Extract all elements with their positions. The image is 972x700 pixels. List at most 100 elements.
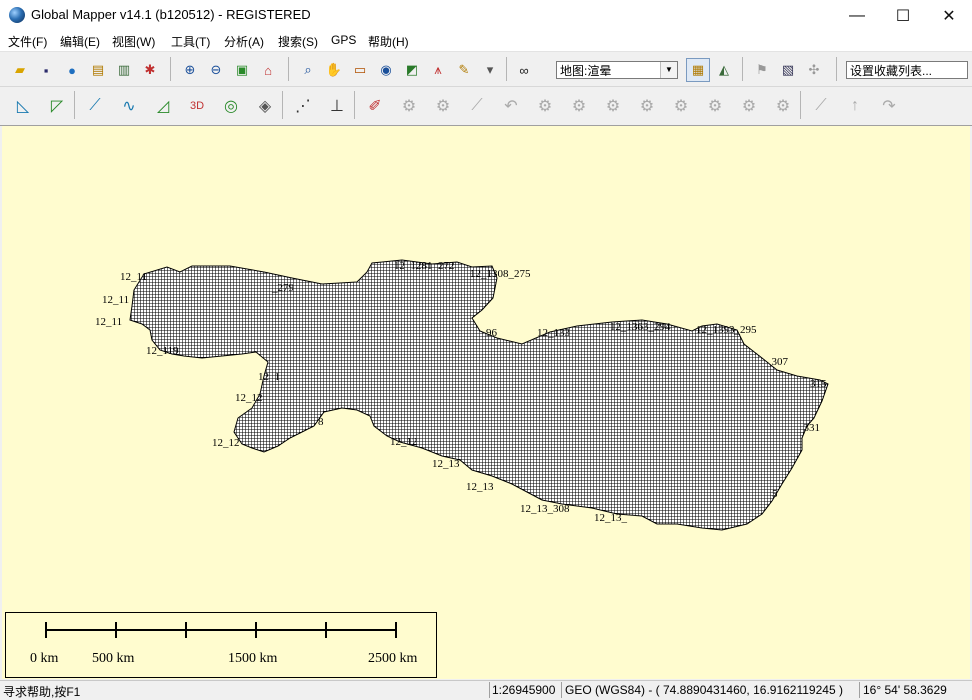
disabled-tool-icon[interactable]: ⚙ — [598, 91, 628, 121]
menu-analysis[interactable]: 分析(A) — [224, 33, 264, 50]
menu-view[interactable]: 视图(W) — [112, 33, 155, 50]
digitizer-icon[interactable]: ✎ — [452, 58, 476, 82]
menu-file[interactable]: 文件(F) — [8, 33, 47, 50]
create-area-icon[interactable]: ◸ — [42, 91, 72, 121]
edit-feature-icon[interactable]: ◺ — [8, 91, 38, 121]
scale-tick — [45, 622, 47, 638]
shader-icon[interactable]: ▦ — [686, 58, 710, 82]
tower-icon[interactable]: ⩚ — [426, 58, 450, 82]
flag-icon[interactable]: ⚑ — [750, 58, 774, 82]
vertex-icon[interactable]: ⋰ — [288, 91, 318, 121]
disabled-tool-icon[interactable]: ⚙ — [394, 91, 424, 121]
disabled-tool-icon[interactable]: ⚙ — [564, 91, 594, 121]
toolbar-separator — [800, 91, 801, 119]
disabled-tool-icon[interactable]: ↑ — [840, 91, 870, 121]
menu-edit[interactable]: 编辑(E) — [60, 33, 100, 50]
dropdown-tool-icon[interactable]: ▾ — [478, 58, 502, 82]
digitizer-toolbar: ◺ ◸ ⟋ ∿ ◿ 3D ◎ ◈ ⋰ ⊥ ✐ ⚙ ⚙ ⟋ ↶ ⚙ ⚙ ⚙ ⚙ ⚙… — [0, 87, 972, 126]
map-label: 12_13 — [466, 481, 494, 493]
map-label: 12_13 — [432, 458, 460, 470]
favorites-value: 设置收藏列表... — [850, 64, 933, 78]
scale-label: 1500 km — [228, 651, 278, 666]
map-label: 12_11 — [120, 271, 148, 283]
map-label: 12_12 — [212, 437, 240, 449]
map-view[interactable]: 12_11 12_11 12_11 _279 12_119 12_1 12_12… — [2, 126, 970, 679]
render-mode-value: 地图:渲晕 — [560, 64, 612, 78]
scale-tick — [115, 622, 117, 638]
toolbar-separator — [836, 57, 837, 81]
split-icon[interactable]: ⊥ — [322, 91, 352, 121]
save-icon[interactable]: ▪ — [34, 58, 58, 82]
zoom-tool-icon[interactable]: ⌕ — [296, 58, 320, 82]
status-dms: 16° 54' 58.3629 — [863, 683, 947, 697]
maximize-button[interactable]: ☐ — [880, 0, 926, 31]
map-label: 12_1 — [258, 371, 280, 383]
menu-gps[interactable]: GPS — [331, 33, 356, 47]
minimize-button[interactable]: — — [834, 0, 880, 31]
globe-icon[interactable]: ● — [60, 58, 84, 82]
map-label: 12_1393_295 — [696, 324, 757, 336]
map-doc-icon[interactable]: ▤ — [86, 58, 110, 82]
disabled-tool-icon[interactable]: ⟋ — [806, 91, 836, 121]
code-icon[interactable]: 3D — [182, 91, 212, 121]
map-label: 12_1308_275 — [470, 268, 531, 280]
binoculars-icon[interactable]: ∞ — [512, 58, 536, 82]
disabled-tool-icon[interactable]: ⚙ — [700, 91, 730, 121]
disabled-tool-icon[interactable]: ⚙ — [768, 91, 798, 121]
path-profile-icon[interactable]: ◩ — [400, 58, 424, 82]
toolbar-separator — [506, 57, 507, 81]
map-label: 5 — [772, 488, 778, 500]
layer-icon[interactable]: ▧ — [776, 58, 800, 82]
info-icon[interactable]: ◉ — [374, 58, 398, 82]
map-label: 8 — [318, 416, 324, 428]
chevron-down-icon[interactable]: ▼ — [660, 62, 677, 78]
zoom-in-icon[interactable]: ⊕ — [178, 58, 202, 82]
create-contour-icon[interactable]: ∿ — [114, 91, 144, 121]
create-point-icon[interactable]: ◿ — [148, 91, 178, 121]
map-label: 12_11 — [95, 316, 123, 328]
3d-view-icon[interactable]: ◭ — [712, 58, 736, 82]
scale-tick — [325, 622, 327, 638]
map-label: 12_1363_294 — [610, 321, 671, 333]
menu-bar: 文件(F) 编辑(E) 视图(W) 工具(T) 分析(A) 搜索(S) GPS … — [0, 31, 972, 52]
toolbar-separator — [288, 57, 289, 81]
scale-line — [46, 629, 396, 631]
disabled-tool-icon[interactable]: ⚙ — [428, 91, 458, 121]
tools-icon[interactable]: ✱ — [138, 58, 162, 82]
disabled-tool-icon[interactable]: ⟋ — [462, 91, 492, 121]
map-label: 12_13_308 — [520, 503, 570, 515]
toolbar-separator — [354, 91, 355, 119]
create-line-icon[interactable]: ⟋ — [80, 91, 110, 121]
menu-tools[interactable]: 工具(T) — [171, 33, 210, 50]
disabled-tool-icon[interactable]: ⚙ — [530, 91, 560, 121]
open-folder-icon[interactable]: ▰ — [8, 58, 32, 82]
disabled-tool-icon[interactable]: ↷ — [874, 91, 904, 121]
menu-help[interactable]: 帮助(H) — [368, 33, 409, 50]
toolbar-separator — [742, 57, 743, 81]
close-button[interactable]: ✕ — [926, 0, 972, 31]
disabled-tool-icon[interactable]: ⚙ — [632, 91, 662, 121]
export-icon[interactable]: ▥ — [112, 58, 136, 82]
gps-icon[interactable]: ✣ — [802, 58, 826, 82]
scale-label: 500 km — [92, 651, 135, 666]
favorites-select[interactable]: 设置收藏列表... — [846, 61, 968, 79]
menu-search[interactable]: 搜索(S) — [278, 33, 318, 50]
scale-tick — [395, 622, 397, 638]
disabled-tool-icon[interactable]: ⚙ — [666, 91, 696, 121]
buffer-icon[interactable]: ◎ — [216, 91, 246, 121]
full-view-icon[interactable]: ▣ — [230, 58, 254, 82]
home-icon[interactable]: ⌂ — [256, 58, 280, 82]
map-label: 12_11 — [102, 294, 130, 306]
zoom-out-icon[interactable]: ⊖ — [204, 58, 228, 82]
main-toolbar: ▰ ▪ ● ▤ ▥ ✱ ⊕ ⊖ ▣ ⌂ ⌕ ✋ ▭ ◉ ◩ ⩚ ✎ ▾ ∞ 地图… — [0, 52, 972, 87]
map-canvas[interactable] — [2, 126, 970, 679]
pan-hand-icon[interactable]: ✋ — [322, 58, 346, 82]
measure-icon[interactable]: ▭ — [348, 58, 372, 82]
disabled-tool-icon[interactable]: ↶ — [496, 91, 526, 121]
disabled-tool-icon[interactable]: ⚙ — [734, 91, 764, 121]
status-divider — [859, 682, 860, 698]
map-label: 12_13_ — [594, 512, 627, 524]
draw-icon[interactable]: ✐ — [360, 91, 390, 121]
render-mode-select[interactable]: 地图:渲晕 ▼ — [556, 61, 678, 79]
grid-icon[interactable]: ◈ — [250, 91, 280, 121]
